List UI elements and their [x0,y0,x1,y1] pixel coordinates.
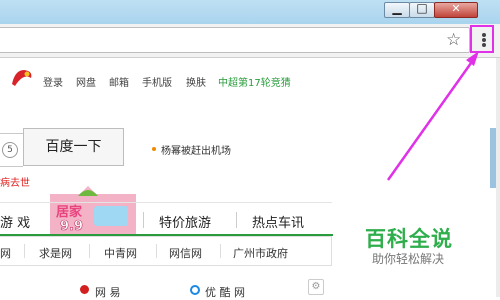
site-divider [220,244,221,258]
search-button[interactable]: 百度一下 [23,128,124,166]
vertical-scrollbar[interactable] [496,58,500,297]
nav-mobile-link[interactable]: 手机版 [142,74,172,89]
category-travel[interactable]: 特价旅游 [159,212,211,231]
category-games[interactable]: 游 戏 [0,212,30,231]
nav-login-link[interactable]: 登录 [43,74,63,89]
site-divider [89,244,90,258]
bottom-link-netease[interactable]: 网 易 [95,284,121,300]
red-news-link[interactable]: 病去世 [0,174,30,189]
site-link[interactable]: 网信网 [169,245,202,261]
category-cars[interactable]: 热点车讯 [252,212,304,231]
bottom-link-youku[interactable]: 优 酷 网 [205,284,245,300]
watermark-subtitle: 助你轻松解决 [372,252,445,266]
nav-netdisk-link[interactable]: 网盘 [76,74,96,89]
site-link[interactable]: 中青网 [104,245,137,261]
site-link[interactable]: 求是网 [39,245,72,261]
site-link[interactable]: 网 [0,245,11,261]
category-divider [236,212,237,228]
hot-dot-icon [152,147,156,151]
netease-icon [80,285,89,294]
site-link[interactable]: 广州市政府 [233,245,288,261]
gear-icon[interactable]: ⚙ [308,279,324,295]
watermark-title: 百科全说 [365,227,453,251]
nav-skin-link[interactable]: 换肤 [186,74,206,89]
site-divider [24,244,25,258]
nav-special-link[interactable]: 中超第17轮竞猜 [218,74,291,89]
category-divider [143,212,144,228]
nav-mail-link[interactable]: 邮箱 [109,74,129,89]
user-logo-icon [12,70,32,86]
youku-icon [190,285,200,295]
hot-news-link[interactable]: 杨幂被赶出机场 [161,142,231,157]
site-divider [156,244,157,258]
count-badge[interactable]: 5 [2,142,18,158]
